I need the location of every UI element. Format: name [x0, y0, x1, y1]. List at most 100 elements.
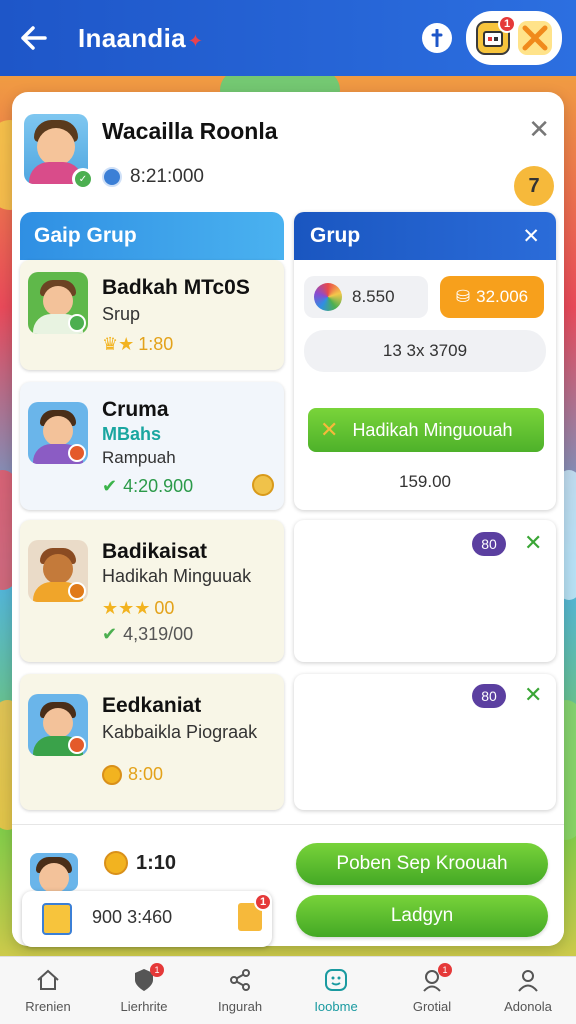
mini-info-card[interactable]: 900 3:460 1	[22, 891, 272, 947]
amount-text: 159.00	[399, 472, 451, 491]
avatar	[30, 853, 78, 891]
list-item-stat: ♛★ 1:80	[102, 334, 174, 354]
nav-item-profile[interactable]: Adonola	[480, 957, 576, 1024]
count-tag: 80	[472, 684, 506, 708]
list-item-stat: ★★★ 00	[102, 598, 175, 618]
list-item-subtitle: MBahs	[102, 424, 162, 444]
check-badge-icon: ✔	[102, 624, 118, 644]
trophy-icon: 1	[238, 893, 272, 931]
list-item-title: Cruma	[102, 398, 169, 421]
profile-header: ✓ Wacailla Roonla 8:21:000 ✕ 7	[24, 114, 554, 206]
nav-item-share[interactable]: Ingurah	[192, 957, 288, 1024]
main-card: ✓ Wacailla Roonla 8:21:000 ✕ 7 Gaip Grup…	[12, 92, 564, 947]
calendar-icon[interactable]: 1	[476, 15, 516, 55]
crossed-swords-icon[interactable]	[518, 21, 552, 55]
user-icon: 1	[418, 963, 452, 993]
profile-coins: 8:21:000	[102, 166, 204, 188]
gold-coin-icon	[102, 764, 122, 785]
crossed-swords-icon: ✕	[320, 417, 339, 442]
stat-pill[interactable]: 8.550	[304, 276, 428, 318]
nav-item-user[interactable]: 1 Grotial	[384, 957, 480, 1024]
right-card[interactable]: 80 ✕	[294, 674, 556, 810]
medal-icon	[252, 474, 274, 496]
primary-action-button[interactable]: Poben Sep Kroouah	[296, 843, 548, 885]
game-icon	[322, 967, 350, 993]
avatar	[28, 540, 88, 602]
avatar	[28, 272, 88, 334]
nav-item-game[interactable]: Ioobme	[288, 957, 384, 1024]
close-icon[interactable]: ✕	[522, 224, 540, 248]
coins-value: 8:21:000	[130, 166, 204, 187]
gold-coin-icon	[104, 851, 128, 875]
mini-card-values: 900 3:460	[92, 907, 173, 927]
level-badge: 7	[514, 166, 554, 206]
nav-item-home[interactable]: Rrenien	[0, 957, 96, 1024]
back-arrow-icon[interactable]	[14, 18, 54, 58]
currency-pill[interactable]: ⛁ 32.006	[440, 276, 544, 318]
left-panel-title: Gaip Grup	[20, 212, 284, 260]
header-pill: 1	[466, 11, 562, 65]
title-sparkle-icon: ✦	[187, 30, 204, 51]
calendar-icon	[42, 903, 72, 935]
home-icon	[34, 967, 62, 993]
nav-label: Ingurah	[217, 999, 263, 1014]
profile-name: Wacailla Roonla	[102, 118, 278, 144]
list-item[interactable]: Cruma MBahs Rampuah ✔ 4:20.900	[20, 382, 284, 510]
left-panel: Gaip Grup	[20, 212, 284, 260]
calendar-notification-badge: 1	[498, 15, 516, 33]
right-panel-title: Grup	[310, 224, 361, 247]
nav-item-shield[interactable]: 1 Lierhrite	[96, 957, 192, 1024]
nav-label: Adonola	[504, 999, 552, 1014]
list-item-subtitle: Hadikah Minguuak	[102, 566, 252, 586]
list-item-title: Badikaisat	[102, 540, 208, 563]
list-item[interactable]: Badkah MTc0S Srup ♛★ 1:80	[20, 260, 284, 370]
info-icon[interactable]	[422, 23, 452, 53]
avatar	[28, 694, 88, 756]
notification-badge: 1	[254, 893, 272, 911]
list-item-subtitle: Srup	[102, 304, 141, 324]
secondary-action-button[interactable]: Ladgyn	[296, 895, 548, 937]
check-circle-icon: ✔	[102, 476, 118, 496]
close-icon[interactable]: ✕	[524, 530, 542, 556]
action-button[interactable]: ✕ Hadikah Minguouah	[308, 408, 544, 452]
avatar	[28, 402, 88, 464]
coin-stack-icon: ⛁	[455, 287, 471, 306]
app-title: Inaandia ✦	[78, 23, 203, 54]
list-item-subtitle: Kabbaikla Piograak	[102, 722, 258, 742]
list-item-stat: 8:00	[102, 764, 163, 785]
app-title-text: Inaandia	[78, 22, 186, 53]
right-card[interactable]: 80 ✕	[294, 520, 556, 662]
share-icon	[226, 967, 254, 993]
list-item-stat: ✔ 4:20.900	[102, 476, 194, 496]
header-actions: 1	[422, 11, 562, 65]
list-item[interactable]: Badikaisat Hadikah Minguuak ★★★ 00 ✔ 4,3…	[20, 520, 284, 662]
bottom-navigation: Rrenien 1 Lierhrite Ingurah Ioobme 1 Gro…	[0, 956, 576, 1024]
list-item[interactable]: Eedkaniat Kabbaikla Piograak 8:00	[20, 674, 284, 810]
list-item-line: Rampuah	[102, 448, 176, 467]
list-item-title: Eedkaniat	[102, 694, 202, 717]
bottom-action-area: 1:10 Poben Sep Kroouah Ladgyn 900 3:460 …	[12, 824, 564, 947]
nav-label: Ioobme	[314, 999, 358, 1014]
gem-icon	[314, 283, 342, 311]
notification-badge: 1	[438, 963, 452, 977]
close-icon[interactable]: ✕	[524, 682, 542, 708]
list-item-title: Badkah MTc0S	[102, 276, 250, 299]
reward-display: 1:10	[104, 851, 176, 875]
nav-label: Grotial	[412, 999, 452, 1014]
verified-badge-icon: ✓	[72, 168, 94, 190]
star-rating-icon: ★★★	[102, 598, 151, 618]
list-item-stat-secondary: ✔ 4,319/00	[102, 624, 194, 644]
nav-label: Lierhrite	[120, 999, 168, 1014]
top-app-bar: Inaandia ✦ 1	[0, 0, 576, 76]
nav-label: Rrenien	[25, 999, 71, 1014]
close-icon[interactable]: ✕	[528, 114, 550, 145]
profile-icon	[514, 967, 542, 993]
info-row: 13 3x 3709	[304, 330, 546, 372]
right-panel-header: Grup ✕	[294, 212, 556, 260]
right-panel: Grup ✕ 8.550 ⛁ 32.006 13 3x 3709 ✕ Hadik…	[294, 212, 556, 510]
coin-icon	[102, 167, 122, 187]
count-tag: 80	[472, 532, 506, 556]
notification-badge: 1	[150, 963, 164, 977]
shield-icon: 1	[130, 963, 164, 993]
crown-icon: ♛★	[102, 334, 135, 354]
